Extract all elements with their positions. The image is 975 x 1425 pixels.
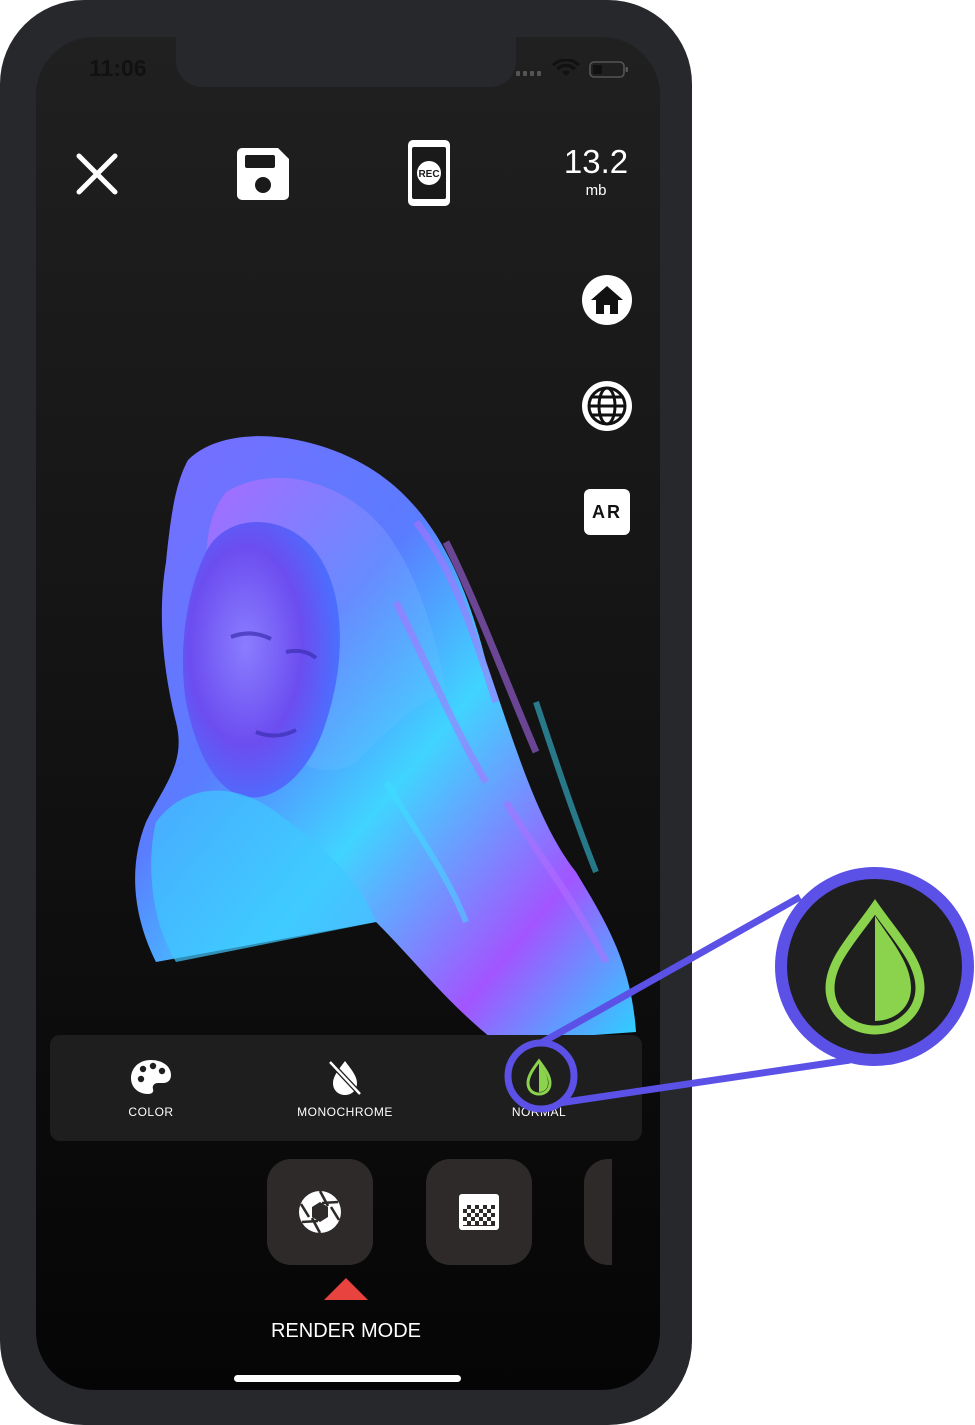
half-drop-icon-zoomed [824,898,925,1035]
zoom-callout-lines [504,893,851,1113]
zoom-callout [775,867,974,1066]
